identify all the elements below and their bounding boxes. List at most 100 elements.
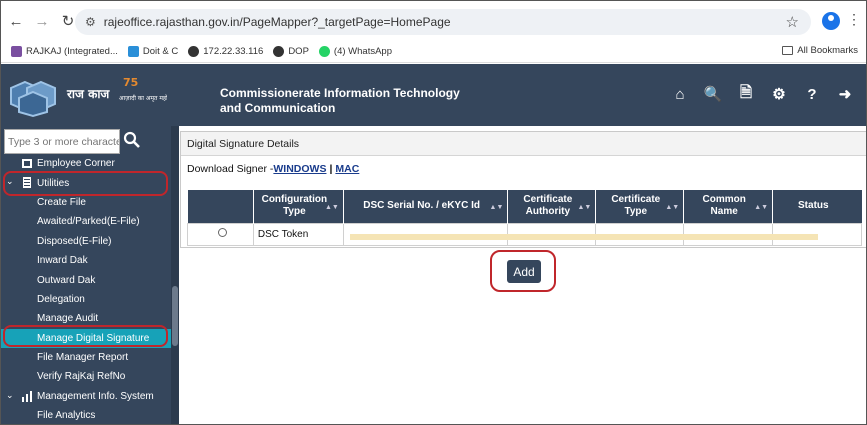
sort-icon[interactable]: ▲▼ xyxy=(490,202,504,214)
download-prefix: Download Signer - xyxy=(187,163,274,175)
bookmark-label: 172.22.33.116 xyxy=(203,46,264,57)
menu-search-input[interactable] xyxy=(5,130,119,153)
column-select xyxy=(187,190,254,223)
azadi-text: आज़ादी का अमृत महोत्सव xyxy=(119,94,167,102)
bookmark-star-icon[interactable]: ☆ xyxy=(786,13,799,31)
sort-icon[interactable]: ▲▼ xyxy=(665,202,679,214)
sidebar-item-outward-dak[interactable]: Outward Dak xyxy=(1,270,171,289)
bookmark-rajkaj[interactable]: RAJKAJ (Integrated... xyxy=(11,46,118,57)
sidebar-item-manage-digital-signature[interactable]: Manage Digital Signature xyxy=(1,328,171,348)
sidebar-item-label: Employee Corner xyxy=(37,158,115,170)
bookmark-label: Doit & C xyxy=(142,46,179,57)
download-signer-row: Download Signer - WINDOWS | MAC xyxy=(181,156,866,182)
column-label: Configuration Type xyxy=(261,194,328,218)
table-header-row: Configuration Type ▲▼ DSC Serial No. / eK… xyxy=(187,190,862,223)
sidebar-item-create-file[interactable]: Create File xyxy=(1,193,171,212)
download-separator: | xyxy=(329,163,333,175)
sidebar-item-delegation[interactable]: Delegation xyxy=(1,290,171,309)
site-info-icon[interactable]: ⚙ xyxy=(85,15,96,29)
globe-icon xyxy=(273,46,285,57)
sidebar-scrollbar[interactable] xyxy=(171,126,179,424)
chevron-down-icon: ⌄ xyxy=(6,176,14,187)
rajkaj-favicon-icon xyxy=(11,46,22,57)
settings-icon[interactable]: ⚙ xyxy=(768,84,790,104)
panel-title: Digital Signature Details xyxy=(181,132,866,156)
sort-icon[interactable]: ▲▼ xyxy=(754,202,768,214)
employee-corner-icon xyxy=(22,159,32,168)
folder-icon xyxy=(782,46,794,55)
sidebar-item-employee-corner[interactable]: Employee Corner xyxy=(1,154,171,173)
forward-icon[interactable]: → xyxy=(31,10,53,32)
sort-icon[interactable]: ▲▼ xyxy=(577,202,591,214)
column-configuration-type[interactable]: Configuration Type ▲▼ xyxy=(253,190,344,223)
column-common-name[interactable]: Common Name ▲▼ xyxy=(683,190,774,223)
address-bar[interactable]: ⚙ rajeoffice.rajasthan.gov.in/PageMapper… xyxy=(75,9,811,35)
sidebar-item-label: Verify RajKaj RefNo xyxy=(37,371,126,383)
bookmark-label: (4) WhatsApp xyxy=(333,46,392,57)
sidebar-item-verify-rajkaj-refno[interactable]: Verify RajKaj RefNo xyxy=(1,367,171,386)
sidebar-item-file-manager-report[interactable]: File Manager Report xyxy=(1,348,171,367)
row-radio-button[interactable] xyxy=(218,228,227,237)
column-dsc-serial[interactable]: DSC Serial No. / eKYC Id ▲▼ xyxy=(343,190,509,223)
back-icon[interactable]: ← xyxy=(5,10,27,32)
sidebar-item-label: Delegation xyxy=(37,293,85,305)
sidebar-item-label: Utilities xyxy=(37,177,70,189)
search-icon[interactable] xyxy=(123,131,141,149)
sort-icon[interactable]: ▲▼ xyxy=(325,202,339,214)
column-status: Status xyxy=(772,190,862,223)
url-text: rajeoffice.rajasthan.gov.in/PageMapper?_… xyxy=(103,15,451,29)
document-search-icon[interactable]: 🗎 xyxy=(735,84,757,104)
bookmark-label: RAJKAJ (Integrated... xyxy=(26,46,118,57)
bookmark-label: DOP xyxy=(288,46,309,57)
utilities-icon xyxy=(23,177,31,189)
sidebar-item-awaited-parked[interactable]: Awaited/Parked(E-File) xyxy=(1,212,171,231)
column-certificate-authority[interactable]: Certificate Authority ▲▼ xyxy=(507,190,597,223)
profile-avatar-icon[interactable] xyxy=(822,12,840,30)
app-header: राज काज 75 आज़ादी का अमृत महोत्सव Commis… xyxy=(1,64,866,126)
help-icon[interactable]: ? xyxy=(801,84,823,104)
bookmark-ip[interactable]: 172.22.33.116 xyxy=(188,46,263,57)
browser-menu-icon[interactable]: ⋮ xyxy=(847,11,861,28)
bookmark-dop[interactable]: DOP xyxy=(273,46,309,57)
globe-icon xyxy=(188,46,200,57)
title-line-1: Commissionerate Information Technology xyxy=(220,86,460,100)
download-windows-link[interactable]: WINDOWS xyxy=(273,163,326,175)
logo-text: राज काज xyxy=(66,87,110,101)
sidebar-item-label: File Manager Report xyxy=(37,352,129,364)
sidebar-item-label: Manage Audit xyxy=(37,313,99,325)
rajkaj-logo: राज काज 75 आज़ादी का अमृत महोत्सव xyxy=(7,76,177,118)
sidebar-item-disposed[interactable]: Disposed(E-File) xyxy=(1,232,171,251)
all-bookmarks-label: All Bookmarks xyxy=(797,45,858,56)
sidebar-item-inward-dak[interactable]: Inward Dak xyxy=(1,251,171,270)
bookmark-doit[interactable]: Doit & C xyxy=(127,46,179,57)
cell-config-type: DSC Token xyxy=(252,222,344,246)
sidebar-item-file-analytics[interactable]: File Analytics xyxy=(1,406,171,424)
sidebar-item-manage-audit[interactable]: Manage Audit xyxy=(1,309,171,328)
column-certificate-type[interactable]: Certificate Type ▲▼ xyxy=(595,190,685,223)
sidebar-item-management-info-system[interactable]: ⌄ Management Info. System xyxy=(1,387,171,406)
bookmarks-bar: RAJKAJ (Integrated... Doit & C 172.22.33… xyxy=(1,41,866,63)
bar-chart-icon xyxy=(22,390,32,402)
sidebar-scroll-thumb[interactable] xyxy=(172,286,178,346)
sidebar-item-label: Outward Dak xyxy=(37,274,96,286)
add-button[interactable]: Add xyxy=(507,260,541,283)
whatsapp-icon xyxy=(318,46,330,57)
logout-icon[interactable]: ➜ xyxy=(834,84,856,104)
menu-search xyxy=(4,129,120,154)
sidebar-item-label: Inward Dak xyxy=(37,255,88,267)
sidebar-item-label: Awaited/Parked(E-File) xyxy=(37,216,140,228)
title-line-2: and Communication xyxy=(220,101,336,115)
all-bookmarks-button[interactable]: All Bookmarks xyxy=(782,45,858,56)
user-search-icon[interactable]: 🔍 xyxy=(702,84,724,104)
dsc-table-wrap: Configuration Type ▲▼ DSC Serial No. / eK… xyxy=(187,190,862,246)
column-label: Common Name xyxy=(702,194,746,218)
home-icon[interactable]: ⌂ xyxy=(669,84,691,104)
sidebar-menu: Employee Corner ⌄ Utilities Create File … xyxy=(1,154,171,424)
redacted-values-overlay xyxy=(350,234,818,240)
row-select-cell xyxy=(187,222,254,246)
download-mac-link[interactable]: MAC xyxy=(335,163,359,175)
sidebar-item-utilities[interactable]: ⌄ Utilities xyxy=(1,173,171,192)
header-icons: ⌂ 🔍 🗎 ⚙ ? ➜ xyxy=(658,84,856,104)
bookmark-whatsapp[interactable]: (4) WhatsApp xyxy=(318,46,392,57)
column-label: Certificate Type xyxy=(611,194,661,218)
